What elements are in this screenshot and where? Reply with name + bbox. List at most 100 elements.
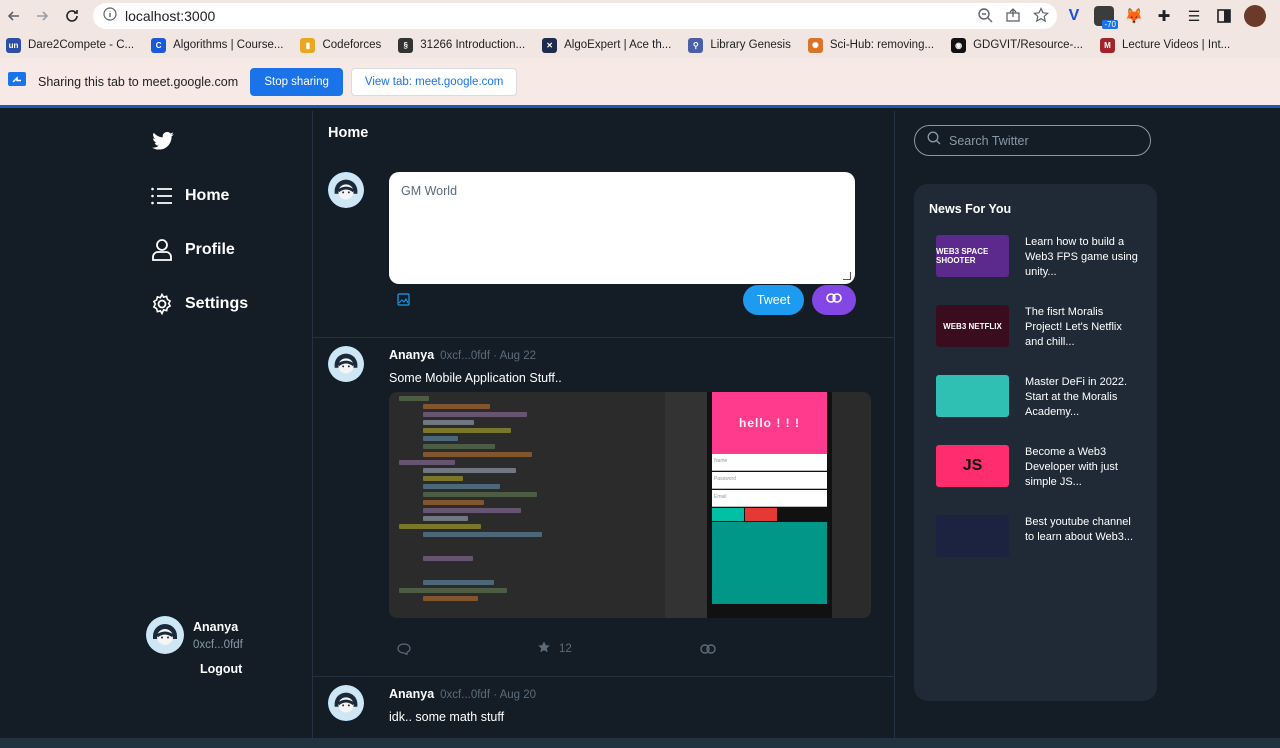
bookmark-favicon-icon: ⚲ bbox=[688, 37, 704, 53]
forward-arrow-icon[interactable] bbox=[28, 2, 56, 30]
news-item[interactable]: JS Become a Web3 Developer with just simp… bbox=[936, 445, 1146, 489]
gear-icon bbox=[151, 293, 173, 315]
code-line bbox=[423, 580, 494, 585]
avatar[interactable] bbox=[328, 685, 364, 721]
bookmark-label: Sci-Hub: removing... bbox=[829, 39, 935, 51]
code-line bbox=[423, 412, 527, 417]
feed: Home GM World Tweet Ananya 0xcf...0fdf ·… bbox=[313, 111, 895, 748]
code-line bbox=[423, 452, 532, 457]
post-text: Some Mobile Application Stuff.. bbox=[389, 371, 562, 385]
image-upload-icon[interactable] bbox=[397, 293, 410, 311]
code-line bbox=[423, 508, 521, 513]
bookmark-favicon-icon: ▮ bbox=[300, 37, 316, 53]
profile-avatar-icon[interactable] bbox=[1244, 5, 1266, 27]
news-thumbnail: JS bbox=[936, 445, 1009, 487]
news-item[interactable]: Best youtube channel to learn about Web3… bbox=[936, 515, 1146, 559]
left-sidebar: Home Profile Settings Ananya 0xcf...0fdf… bbox=[0, 111, 313, 748]
stop-sharing-button[interactable]: Stop sharing bbox=[250, 67, 344, 96]
news-title: News For You bbox=[929, 202, 1012, 216]
code-line bbox=[399, 460, 455, 465]
news-item[interactable]: Master DeFi in 2022. Start at the Morali… bbox=[936, 375, 1146, 419]
phone-teal-area bbox=[712, 522, 827, 604]
bookmark-item[interactable]: ✺ Sci-Hub: removing... bbox=[807, 37, 935, 53]
phone-signup-button bbox=[745, 508, 777, 521]
news-text: The fisrt Moralis Project! Let's Netflix… bbox=[1025, 306, 1122, 348]
phone-password-field: Password bbox=[712, 472, 827, 489]
list-icon bbox=[151, 185, 173, 207]
reload-icon[interactable] bbox=[58, 2, 86, 30]
like-action[interactable]: 12 bbox=[537, 640, 572, 657]
bookmark-item[interactable]: § 31266 Introduction... bbox=[398, 37, 525, 53]
search-icon bbox=[927, 131, 941, 150]
post-actions: 12 bbox=[397, 640, 837, 657]
extension-badge-icon[interactable]: -70 bbox=[1094, 6, 1118, 29]
search-input[interactable]: Search Twitter bbox=[914, 125, 1151, 156]
side-panel-icon[interactable] bbox=[1214, 6, 1234, 26]
news-text: Learn how to build a Web3 FPS game using… bbox=[1025, 236, 1138, 278]
tab-sharing-bar: Sharing this tab to meet.google.com Stop… bbox=[0, 58, 1280, 108]
bookmark-item[interactable]: C Algorithms | Course... bbox=[151, 37, 284, 53]
page-title: Home bbox=[328, 125, 369, 141]
puzzle-icon[interactable]: ✚ bbox=[1154, 6, 1174, 26]
bookmark-label: Library Genesis bbox=[710, 39, 791, 51]
info-icon[interactable] bbox=[103, 6, 117, 26]
news-panel: News For You WEB3 SPACE SHOOTER Learn how… bbox=[914, 184, 1157, 701]
bookmark-label: Algorithms | Course... bbox=[173, 39, 284, 51]
bookmark-item[interactable]: ✕ AlgoExpert | Ace th... bbox=[542, 37, 671, 53]
bookmark-label: Lecture Videos | Int... bbox=[1121, 39, 1231, 51]
twitter-logo-icon[interactable] bbox=[152, 131, 174, 155]
comment-icon[interactable] bbox=[397, 642, 411, 655]
bookmark-item[interactable]: ⚲ Library Genesis bbox=[688, 37, 791, 53]
tweet-button[interactable]: Tweet bbox=[743, 285, 804, 315]
back-arrow-icon[interactable] bbox=[0, 2, 28, 30]
bookmarks-bar: un Dare2Compete - C... C Algorithms | Cours… bbox=[0, 32, 1280, 58]
user-name: Ananya bbox=[193, 620, 239, 634]
post-author[interactable]: Ananya bbox=[389, 348, 434, 362]
nav-profile[interactable]: Profile bbox=[151, 239, 235, 261]
code-line bbox=[423, 516, 468, 521]
resize-handle[interactable] bbox=[843, 272, 851, 280]
right-sidebar: Search Twitter News For You WEB3 SPACE S… bbox=[895, 111, 1280, 748]
post-header: Ananya 0xcf...0fdf · Aug 22 bbox=[389, 348, 536, 362]
logout-button[interactable]: Logout bbox=[200, 662, 242, 676]
news-item[interactable]: WEB3 NETFLIX The fisrt Moralis Project! L… bbox=[936, 305, 1146, 349]
zoom-icon[interactable] bbox=[977, 7, 993, 28]
avatar[interactable] bbox=[328, 346, 364, 382]
code-line bbox=[423, 444, 495, 449]
star-icon bbox=[537, 640, 551, 657]
avatar[interactable] bbox=[328, 172, 364, 208]
code-line bbox=[399, 588, 507, 593]
code-line bbox=[423, 596, 478, 601]
view-tab-button[interactable]: View tab: meet.google.com bbox=[351, 67, 518, 96]
bookmark-item[interactable]: ◉ GDGVIT/Resource-... bbox=[951, 37, 1083, 53]
share-screen-icon bbox=[8, 72, 26, 91]
reading-list-icon[interactable]: ☰ bbox=[1184, 6, 1204, 26]
news-thumbnail bbox=[936, 515, 1009, 557]
like-count: 12 bbox=[559, 642, 572, 655]
nav-settings[interactable]: Settings bbox=[151, 293, 248, 315]
link-icon[interactable] bbox=[700, 643, 716, 655]
metamask-icon[interactable]: 🦊 bbox=[1124, 6, 1144, 26]
code-line bbox=[399, 396, 429, 401]
search-placeholder: Search Twitter bbox=[949, 133, 1029, 148]
bookmark-item[interactable]: M Lecture Videos | Int... bbox=[1099, 37, 1231, 53]
mint-nft-button[interactable] bbox=[812, 285, 856, 315]
tweet-compose-input[interactable]: GM World bbox=[389, 172, 855, 284]
post-image[interactable]: hello ! ! ! Name Password Email bbox=[389, 392, 871, 618]
bookmark-favicon-icon: un bbox=[6, 37, 21, 53]
vue-devtools-icon[interactable]: V bbox=[1064, 6, 1084, 26]
url-text: localhost:3000 bbox=[125, 8, 216, 24]
avatar[interactable] bbox=[146, 616, 184, 654]
bookmark-item[interactable]: ▮ Codeforces bbox=[300, 37, 381, 53]
news-item[interactable]: WEB3 SPACE SHOOTER Learn how to build a W… bbox=[936, 235, 1146, 279]
bookmark-item[interactable]: un Dare2Compete - C... bbox=[6, 37, 134, 53]
link-icon bbox=[826, 291, 842, 309]
code-line bbox=[423, 428, 511, 433]
address-bar[interactable]: localhost:3000 bbox=[93, 3, 1057, 29]
tweet-post: Ananya 0xcf...0fdf · Aug 22 Some Mobile A… bbox=[313, 337, 895, 677]
share-icon[interactable] bbox=[1005, 7, 1021, 28]
post-meta: 0xcf...0fdf · Aug 22 bbox=[440, 350, 537, 362]
star-icon[interactable] bbox=[1033, 7, 1049, 28]
post-author[interactable]: Ananya bbox=[389, 687, 434, 701]
nav-home[interactable]: Home bbox=[151, 185, 229, 207]
